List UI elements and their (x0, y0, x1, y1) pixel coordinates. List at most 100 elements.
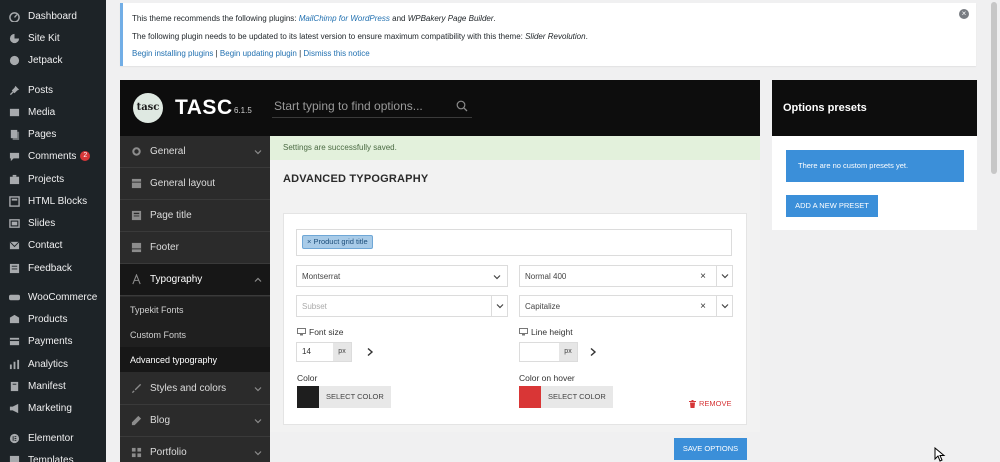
text-transform-select[interactable]: Capitalize × (519, 295, 733, 317)
admin-menu-jetpack[interactable]: Jetpack (0, 50, 106, 70)
line-height-input[interactable]: px (519, 342, 578, 362)
wpbakery-name: WPBakery Page Builder (407, 14, 494, 23)
comment-icon (8, 150, 20, 162)
nav-item-page-title[interactable]: Page title (120, 200, 270, 232)
search-icon[interactable] (456, 100, 468, 112)
dismiss-notice-link[interactable]: Dismiss this notice (303, 49, 369, 58)
begin-updating-link[interactable]: Begin updating plugin (220, 49, 297, 58)
admin-menu-label: Marketing (28, 402, 72, 414)
options-search-input[interactable] (274, 96, 449, 116)
admin-menu-products[interactable]: Products (0, 309, 106, 329)
trash-icon (689, 399, 696, 408)
nav-item-typography[interactable]: Typography (120, 264, 270, 296)
admin-menu-posts[interactable]: Posts (0, 80, 106, 100)
theme-options-content: Settings are successfully saved. ADVANCE… (270, 136, 760, 460)
admin-menu-media[interactable]: Media (0, 102, 106, 122)
nav-item-blog[interactable]: Blog (120, 405, 270, 437)
admin-menu-templates[interactable]: Templates (0, 450, 106, 462)
subset-select[interactable]: Subset (296, 295, 508, 317)
notice-line-2: The following plugin needs to be updated… (132, 32, 588, 41)
chevron-right-icon[interactable] (366, 347, 374, 357)
admin-menu-label: Dashboard (28, 10, 77, 22)
nav-subitem-advanced-typography[interactable]: Advanced typography (120, 347, 270, 372)
admin-menu-marketing[interactable]: Marketing (0, 398, 106, 418)
remove-rule-button[interactable]: REMOVE (689, 399, 732, 408)
admin-menu-html-blocks[interactable]: HTML Blocks (0, 191, 106, 211)
selector-tag[interactable]: × Product grid title (302, 235, 373, 249)
admin-menu-payments[interactable]: Payments (0, 331, 106, 351)
admin-menu-woocommerce[interactable]: WooCommerce (0, 287, 106, 307)
clear-icon[interactable]: × (700, 301, 706, 312)
dashboard-icon (8, 10, 20, 22)
color-swatch[interactable] (297, 386, 319, 408)
admin-menu-comments[interactable]: Comments 2 (0, 146, 106, 166)
admin-menu-label: WooCommerce (28, 291, 98, 303)
begin-installing-link[interactable]: Begin installing plugins (132, 49, 213, 58)
sitekit-icon (8, 32, 20, 44)
scrollbar-thumb[interactable] (991, 2, 997, 174)
selector-tags-input[interactable]: × Product grid title (296, 229, 732, 256)
nav-item-label: General (150, 146, 186, 157)
nav-item-general[interactable]: General (120, 136, 270, 168)
line-height-label: Line height (519, 327, 573, 337)
admin-menu-dashboard[interactable]: Dashboard (0, 6, 106, 26)
admin-menu-site-kit[interactable]: Site Kit (0, 28, 106, 48)
admin-menu-label: Pages (28, 128, 57, 140)
nav-item-label: Page title (150, 210, 192, 221)
font-weight-select[interactable]: Normal 400 × (519, 265, 733, 287)
admin-menu-elementor[interactable]: Elementor (0, 428, 106, 448)
nav-item-general-layout[interactable]: General layout (120, 168, 270, 200)
nav-subitem-custom-fonts[interactable]: Custom Fonts (120, 322, 270, 347)
woocommerce-icon (8, 291, 20, 303)
marketing-icon (8, 402, 20, 414)
save-options-button[interactable]: SAVE OPTIONS (674, 438, 747, 460)
line-height-unit[interactable]: px (559, 343, 577, 361)
admin-menu-label: Jetpack (28, 54, 63, 66)
admin-menu-pages[interactable]: Pages (0, 124, 106, 144)
chevron-up-icon (254, 277, 262, 282)
page-title-icon (130, 210, 142, 222)
admin-menu-label: Contact (28, 239, 63, 251)
admin-menu-label: Comments (28, 150, 77, 162)
products-icon (8, 313, 20, 325)
admin-menu-contact[interactable]: Contact (0, 235, 106, 255)
admin-menu-slides[interactable]: Slides (0, 213, 106, 233)
notice-line-1: This theme recommends the following plug… (132, 14, 496, 23)
mouse-cursor-icon (934, 447, 946, 462)
dropdown-toggle[interactable] (491, 296, 507, 316)
admin-menu-label: Analytics (28, 358, 69, 370)
mailchimp-link[interactable]: MailChimp for WordPress (299, 14, 390, 23)
font-size-unit[interactable]: px (333, 343, 351, 361)
nav-subitem-typekit-fonts[interactable]: Typekit Fonts (120, 297, 270, 322)
pin-icon (8, 84, 20, 96)
nav-item-styles-and-colors[interactable]: Styles and colors (120, 373, 270, 405)
admin-menu-label: Payments (28, 335, 73, 347)
blocks-icon (8, 195, 20, 207)
dropdown-toggle[interactable] (716, 266, 732, 286)
admin-menu-feedback[interactable]: Feedback (0, 258, 106, 278)
select-hover-color-button[interactable]: SELECT COLOR (541, 386, 613, 408)
nav-item-label: Blog (150, 415, 171, 426)
dropdown-toggle[interactable] (716, 296, 732, 316)
close-notice-icon[interactable]: × (959, 9, 969, 19)
brand-title: TASC (175, 96, 233, 119)
nav-item-footer[interactable]: Footer (120, 232, 270, 264)
add-preset-button[interactable]: ADD A NEW PRESET (786, 195, 878, 217)
theme-options-nav: General General layout Page title Footer Typ… (120, 136, 270, 462)
clear-icon[interactable]: × (700, 271, 706, 282)
admin-menu-analytics[interactable]: Analytics (0, 354, 106, 374)
chevron-right-icon[interactable] (589, 347, 597, 357)
color-hover-swatch[interactable] (519, 386, 541, 408)
font-family-select[interactable]: Montserrat (296, 265, 508, 287)
analytics-icon (8, 358, 20, 370)
page-scrollbar[interactable] (988, 0, 1000, 462)
admin-menu-label: Posts (28, 84, 54, 96)
admin-menu-label: Projects (28, 173, 65, 185)
nav-item-portfolio[interactable]: Portfolio (120, 437, 270, 462)
admin-menu-manifest[interactable]: Manifest (0, 376, 106, 396)
admin-sidebar: Dashboard Site Kit Jetpack Posts Media Pages C… (0, 0, 106, 462)
select-color-button[interactable]: SELECT COLOR (319, 386, 391, 408)
options-search (272, 96, 472, 118)
admin-menu-projects[interactable]: Projects (0, 169, 106, 189)
font-size-input[interactable]: 14 px (296, 342, 352, 362)
